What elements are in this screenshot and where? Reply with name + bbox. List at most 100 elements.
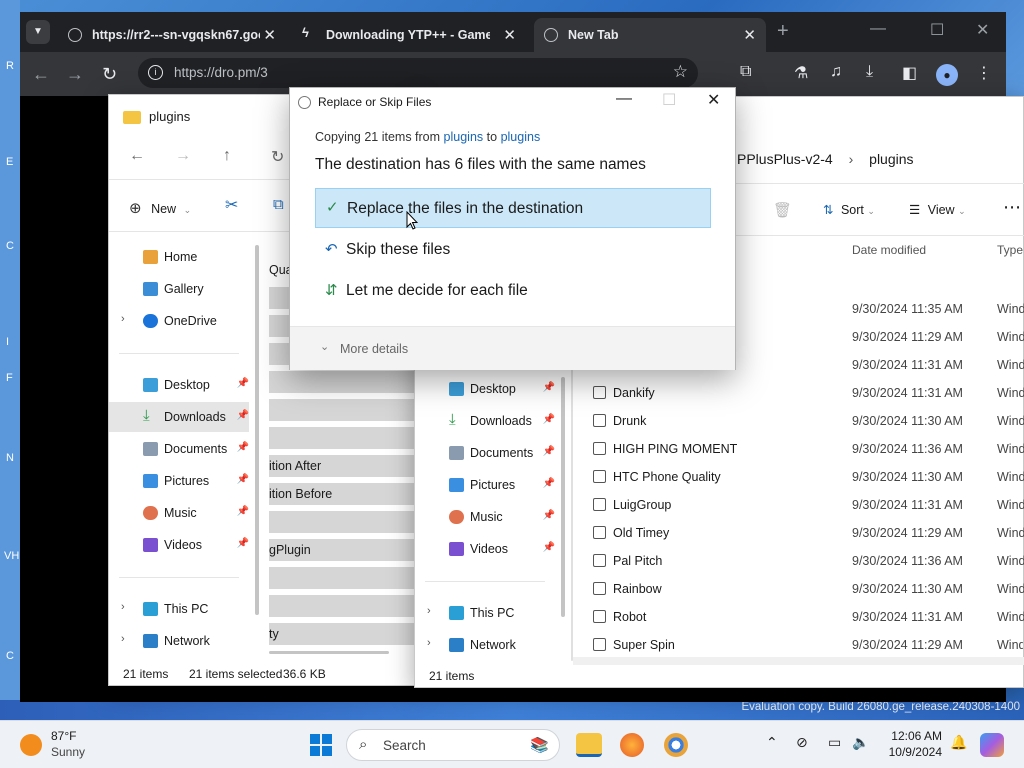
- sort-button[interactable]: ⇅ Sort ⌄: [823, 202, 875, 217]
- chevron-right-icon[interactable]: ›: [121, 633, 125, 645]
- tab-download-url[interactable]: https://rr2---sn-vgqskn67.goo ✕: [58, 18, 286, 52]
- nav-videos[interactable]: Videos 📌: [415, 534, 555, 564]
- sun-icon[interactable]: [20, 734, 42, 756]
- tab-search-button[interactable]: ▼: [26, 20, 50, 44]
- nav-scrollbar[interactable]: [561, 377, 565, 617]
- site-info-icon[interactable]: i: [148, 65, 163, 80]
- nav-gallery[interactable]: Gallery: [109, 274, 249, 304]
- menu-kebab-icon[interactable]: ⋮: [976, 63, 992, 83]
- nav-downloads[interactable]: ⤓ Downloads 📌: [109, 402, 249, 432]
- network-off-icon[interactable]: ⊘: [796, 734, 808, 751]
- close-tab-icon[interactable]: ✕: [743, 26, 756, 44]
- display-icon[interactable]: ▭: [828, 734, 841, 751]
- nav-onedrive[interactable]: › OneDrive: [109, 306, 249, 336]
- horizontal-scrollbar[interactable]: [573, 657, 1024, 665]
- chevron-down-icon[interactable]: ⌄: [320, 340, 329, 353]
- decide-each-file-option[interactable]: ⇵ Let me decide for each file: [315, 271, 711, 311]
- firefox-taskbar-icon[interactable]: [620, 733, 644, 757]
- nav-desktop[interactable]: Desktop 📌: [415, 374, 555, 404]
- address-bar[interactable]: i https://dro.pm/3 ☆: [138, 58, 698, 88]
- clock-time[interactable]: 12:06 AM: [888, 729, 942, 743]
- tab-new-tab[interactable]: New Tab ✕: [534, 18, 766, 52]
- file-explorer-taskbar-icon[interactable]: [576, 733, 602, 757]
- nav-documents[interactable]: Documents 📌: [109, 434, 249, 464]
- back-icon[interactable]: ←: [32, 64, 50, 85]
- copilot-icon[interactable]: [980, 733, 1004, 757]
- file-row[interactable]: HTC Phone Quality 9/30/2024 11:30 AM Wind: [593, 463, 1024, 491]
- chevron-right-icon[interactable]: ›: [121, 601, 125, 613]
- nav-home[interactable]: Home: [109, 242, 249, 272]
- weather-condition[interactable]: Sunny: [51, 745, 85, 759]
- file-row[interactable]: HIGH PING MOMENT 9/30/2024 11:36 AM Wind: [593, 435, 1024, 463]
- cut-icon[interactable]: ✂: [225, 195, 238, 215]
- nav-music[interactable]: Music 📌: [415, 502, 555, 532]
- nav-pictures[interactable]: Pictures 📌: [415, 470, 555, 500]
- nav-music[interactable]: Music 📌: [109, 498, 249, 528]
- breadcrumb-segment[interactable]: PPlusPlus-v2-4: [737, 151, 833, 167]
- extensions-icon[interactable]: ⧉: [740, 63, 751, 81]
- bookmark-star-icon[interactable]: ☆: [673, 62, 688, 82]
- source-folder-link[interactable]: plugins: [444, 130, 484, 144]
- list-item[interactable]: ition After: [269, 455, 419, 477]
- nav-this-pc[interactable]: › This PC: [415, 598, 555, 628]
- new-tab-plus-icon[interactable]: +: [777, 20, 789, 43]
- replace-files-option[interactable]: ✓ Replace the files in the destination: [315, 188, 711, 228]
- nav-downloads[interactable]: ⤓ Downloads 📌: [415, 406, 555, 436]
- forward-icon[interactable]: →: [66, 64, 84, 85]
- file-row[interactable]: Dankify 9/30/2024 11:31 AM Wind: [593, 379, 1024, 407]
- nav-network[interactable]: › Network: [415, 630, 555, 660]
- nav-desktop[interactable]: Desktop 📌: [109, 370, 249, 400]
- nav-videos[interactable]: Videos 📌: [109, 530, 249, 560]
- downloads-icon[interactable]: ⤓: [866, 63, 873, 81]
- file-row[interactable]: Rainbow 9/30/2024 11:30 AM Wind: [593, 575, 1024, 603]
- labs-flask-icon[interactable]: ⚗: [794, 63, 808, 83]
- maximize-icon[interactable]: ☐: [930, 20, 944, 40]
- new-button[interactable]: ⊕ New ⌄: [129, 199, 191, 217]
- file-row[interactable]: LuigGroup 9/30/2024 11:31 AM Wind: [593, 491, 1024, 519]
- more-details-toggle[interactable]: More details: [340, 342, 408, 356]
- nav-this-pc[interactable]: › This PC: [109, 594, 249, 624]
- list-item[interactable]: [269, 511, 419, 533]
- forward-icon[interactable]: →: [175, 147, 191, 165]
- back-icon[interactable]: ←: [129, 147, 145, 165]
- media-control-icon[interactable]: ♫: [830, 63, 842, 81]
- reload-icon[interactable]: ↻: [102, 64, 117, 85]
- copy-icon[interactable]: ⧉: [273, 196, 284, 213]
- list-item[interactable]: [269, 371, 419, 393]
- taskbar-search[interactable]: ⌕ Search 📚: [346, 729, 560, 761]
- weather-temperature[interactable]: 87°F: [51, 729, 76, 743]
- column-header-date[interactable]: Date modified: [852, 243, 926, 257]
- chevron-up-icon[interactable]: ⌃: [766, 734, 778, 751]
- nav-pictures[interactable]: Pictures 📌: [109, 466, 249, 496]
- file-row[interactable]: Pal Pitch 9/30/2024 11:36 AM Wind: [593, 547, 1024, 575]
- file-row[interactable]: Robot 9/30/2024 11:31 AM Wind: [593, 603, 1024, 631]
- breadcrumb[interactable]: PPlusPlus-v2-4 › plugins: [737, 151, 914, 167]
- delete-icon[interactable]: 🗑: [773, 201, 792, 219]
- chevron-right-icon[interactable]: ›: [427, 637, 431, 649]
- list-item[interactable]: [269, 567, 419, 589]
- profile-avatar[interactable]: ●: [936, 64, 958, 86]
- chevron-right-icon[interactable]: ›: [427, 605, 431, 617]
- windows-start-icon[interactable]: [310, 734, 332, 756]
- column-header-type[interactable]: Type: [997, 243, 1023, 257]
- breadcrumb-segment[interactable]: plugins: [869, 151, 913, 167]
- nav-network[interactable]: › Network: [109, 626, 249, 656]
- nav-scrollbar[interactable]: [255, 245, 259, 615]
- horizontal-scrollbar[interactable]: [269, 651, 389, 654]
- tab-downloading-ytp[interactable]: ϟ Downloading YTP++ - Game J ✕: [292, 18, 526, 52]
- volume-icon[interactable]: 🔈: [852, 734, 869, 751]
- view-button[interactable]: ☰ View ⌄: [909, 202, 966, 217]
- list-item[interactable]: [269, 427, 419, 449]
- skip-files-option[interactable]: ↶ Skip these files: [315, 230, 711, 270]
- file-row[interactable]: Drunk 9/30/2024 11:30 AM Wind: [593, 407, 1024, 435]
- close-window-icon[interactable]: ✕: [976, 20, 989, 40]
- clock-date[interactable]: 10/9/2024: [880, 745, 942, 759]
- destination-folder-link[interactable]: plugins: [501, 130, 541, 144]
- up-icon[interactable]: ↑: [223, 147, 231, 165]
- more-options-icon[interactable]: ⋯: [1003, 197, 1021, 218]
- nav-documents[interactable]: Documents 📌: [415, 438, 555, 468]
- minimize-icon[interactable]: —: [870, 20, 886, 38]
- close-tab-icon[interactable]: ✕: [503, 26, 516, 44]
- list-item[interactable]: [269, 399, 419, 421]
- refresh-icon[interactable]: ↻: [271, 147, 284, 167]
